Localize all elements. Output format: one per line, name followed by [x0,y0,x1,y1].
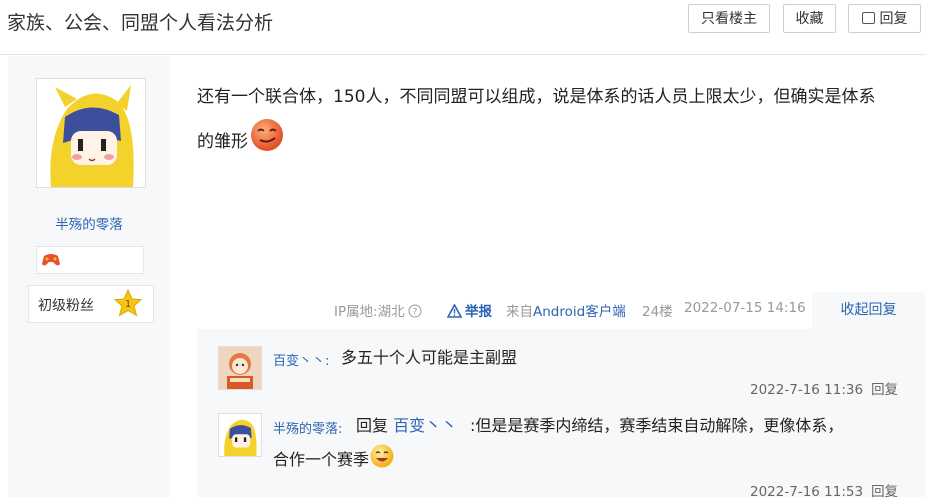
author-avatar[interactable] [36,78,146,188]
post-text-line1: 还有一个联合体，150人，不同同盟可以组成，说是体系的话人员上限太少，但确实是体… [197,87,876,107]
reply-avatar[interactable] [218,413,262,457]
reply-to-user-link[interactable]: 百变丶丶 [393,416,457,435]
reply-link[interactable]: 回复 [871,382,898,398]
reply-time: 2022-7-16 11:36 [750,382,864,398]
reply-time: 2022-7-16 11:53 [750,484,864,500]
reply-meta: 2022-7-16 11:53 回复 [750,480,898,500]
reply-text-line2-wrap: 合作一个赛季 [273,443,395,475]
question-circle-icon[interactable]: ? [408,304,422,318]
report-link[interactable]: 举报 [446,300,492,320]
thread-title: 家族、公会、同盟个人看法分析 [7,12,274,34]
grin-face-icon [370,444,394,468]
author-name[interactable]: 半殇的零落 [8,213,170,233]
post-text-line2: 的雏形 [197,132,248,152]
reply-button-label: 回复 [879,11,908,27]
source-prefix: 来自 [506,304,533,320]
collapse-replies-button[interactable]: 收起回复 [812,292,925,329]
report-label: 举报 [465,304,492,320]
post-content: 还有一个联合体，150人，不同同盟可以组成，说是体系的话人员上限太少，但确实是体… [197,78,897,162]
avatar-image [37,79,145,187]
reply-link[interactable]: 回复 [871,484,898,500]
reply-word: 回复 [356,416,389,435]
post-text-line2-wrap: 的雏形 [197,117,897,162]
only-op-button[interactable]: 只看楼主 [688,4,770,33]
reply-meta: 2022-7-16 11:36 回复 [750,378,898,398]
star-icon: 1 [113,288,143,317]
level-title: 初级粉丝 [38,298,94,314]
avatar-image [219,414,261,456]
author-sidebar: 半殇的零落 初级粉丝 1 [8,56,170,497]
warning-triangle-icon [446,303,463,318]
reply-author-name[interactable]: 百变丶丶: [273,350,329,369]
sub-replies-panel: 百变丶丶: 多五十个人可能是主副盟 2022-7-16 11:36 回复 半殇的零… [197,329,925,500]
reply-button[interactable]: 回复 [848,4,921,33]
avatar-image [219,347,261,389]
post-time: 2022-07-15 14:16 [684,300,806,316]
ip-location: IP属地:湖北? [334,300,422,320]
smirk-face-icon [251,119,283,151]
post-source: 来自Android客户端 [506,300,626,320]
level-number: 1 [125,299,131,310]
comment-icon [861,12,875,24]
author-level-box[interactable]: 初级粉丝 1 [28,285,154,323]
author-badge-box [36,246,144,274]
favorite-button[interactable]: 收藏 [783,4,836,33]
reply-author-name[interactable]: 半殇的零落: [273,418,342,437]
gamepad-icon [42,254,60,266]
reply-avatar[interactable] [218,346,262,390]
ip-text: IP属地:湖北 [334,304,405,320]
thread-header: 家族、公会、同盟个人看法分析 只看楼主 收藏 回复 [0,0,925,55]
reply-text: 多五十个人可能是主副盟 [341,348,518,367]
source-client-link[interactable]: Android客户端 [533,304,626,320]
reply-text-line2: 合作一个赛季 [273,450,370,469]
reply-text-line1: :但是是赛季内缔结，赛季结束自动解除，更像体系， [470,416,844,435]
reply-prefix: 回复 百变丶丶 [356,411,457,441]
svg-text:?: ? [412,308,417,318]
floor-number: 24楼 [642,304,673,320]
